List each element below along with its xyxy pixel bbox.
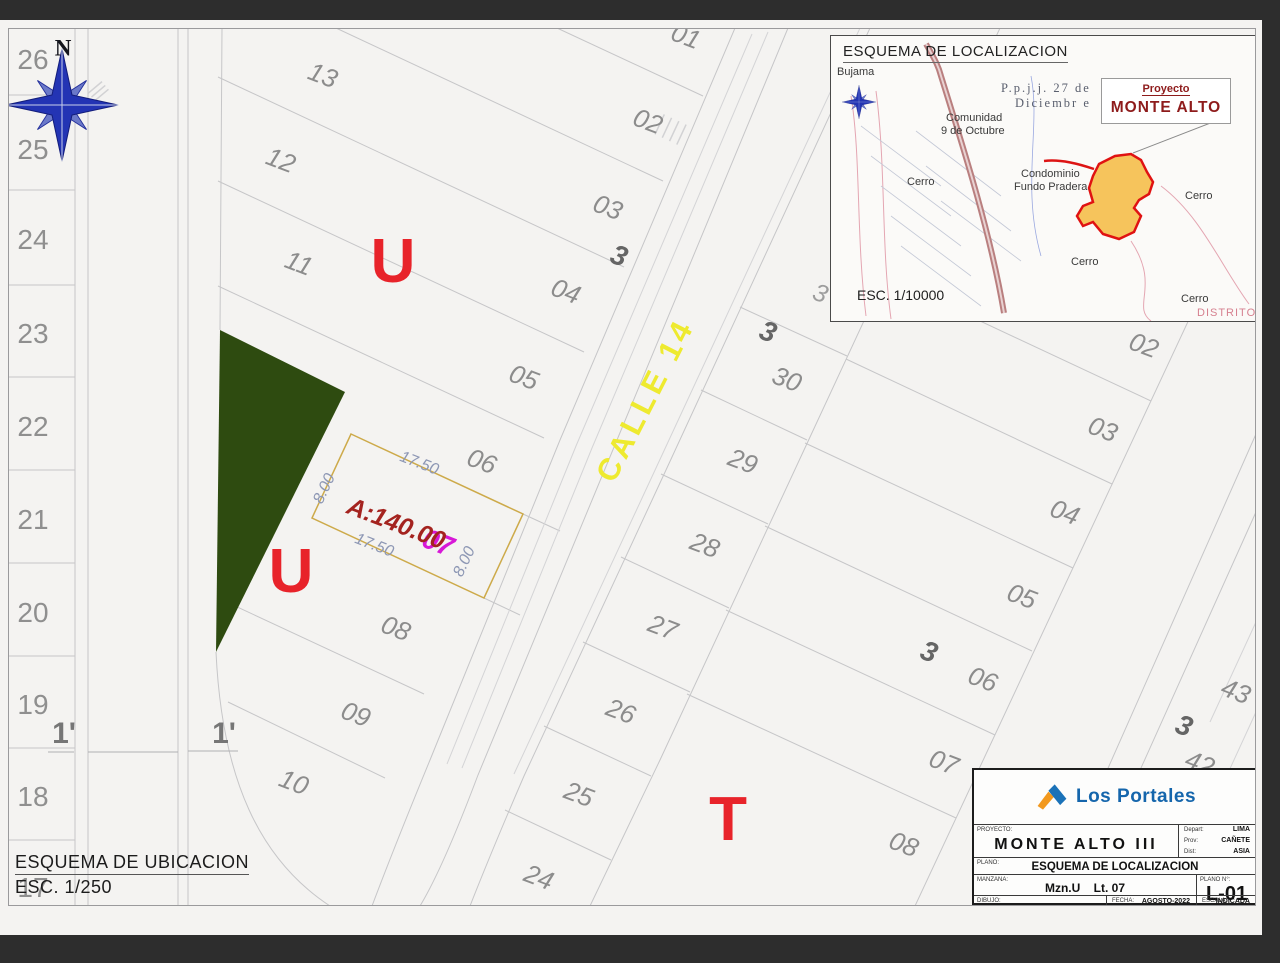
lot-23-left: 23 xyxy=(17,320,48,348)
block-u-letter-2: U xyxy=(269,541,314,603)
escala-value: INDICADA xyxy=(1216,898,1250,905)
plano-value: ESQUEMA DE LOCALIZACION xyxy=(974,861,1256,873)
plano-label: PLANO: xyxy=(977,860,999,866)
inset-label: ESC. 1/10000 xyxy=(857,288,944,303)
brand-row: Los Portales xyxy=(974,770,1256,824)
inset-label: P.p.j.j. 27 de xyxy=(1001,82,1091,96)
lot-19-left: 19 xyxy=(17,691,48,719)
inset-label: Fundo Pradera xyxy=(1014,181,1087,193)
brand-name: Los Portales xyxy=(1076,786,1196,808)
inset-highway xyxy=(926,44,1004,313)
fecha-cell: FECHA: AGOSTO-2022 xyxy=(1107,895,1197,906)
dist-label: Dist: xyxy=(1184,849,1196,855)
project-callout-name: MONTE ALTO xyxy=(1102,99,1230,117)
lot-20-left: 20 xyxy=(17,599,48,627)
lot-25-left: 25 xyxy=(17,136,48,164)
dibujo-cell: DIBUJO: xyxy=(974,895,1107,906)
location-cell: Depart: LIMA Prov: CAÑETE Dist: ASIA xyxy=(1179,824,1256,857)
prov-value: CAÑETE xyxy=(1221,837,1250,844)
inset-label: 9 de Octubre xyxy=(941,125,1005,137)
screenshot-root: { "footer": { "title": "ESQUEMA DE UBICA… xyxy=(0,0,1280,963)
escala-cell: ESCALA: INDICADA xyxy=(1197,895,1256,906)
proyecto-value: MONTE ALTO III xyxy=(974,836,1178,854)
inset-label: Comunidad xyxy=(946,112,1002,124)
fecha-label: FECHA: xyxy=(1112,898,1134,904)
inset-compass-rose xyxy=(842,85,876,119)
depart-label: Depart: xyxy=(1184,827,1204,833)
dibujo-label: DIBUJO: xyxy=(977,898,1001,904)
lot-21-left: 21 xyxy=(17,506,48,534)
ubicacion-title: ESQUEMA DE UBICACION xyxy=(15,852,249,875)
manzana-label: MANZANA: xyxy=(977,877,1008,883)
fecha-value: AGOSTO-2022 xyxy=(1142,898,1190,905)
manzana-value: Mzn.U Lt. 07 xyxy=(974,881,1196,895)
plano-number-label: PLANO N°: xyxy=(1200,877,1230,883)
ubicacion-scale: ESC. 1/250 xyxy=(15,877,112,898)
dist-value: ASIA xyxy=(1233,848,1250,855)
inset-label: Bujama xyxy=(837,66,874,78)
location-inset: ESQUEMA DE LOCALIZACION Bujama P.p.j.j. 2… xyxy=(830,35,1256,322)
section-marker: 1' xyxy=(212,719,236,749)
lot-24-left: 24 xyxy=(17,226,48,254)
project-leader-line xyxy=(1133,122,1213,153)
inset-label: Cerro xyxy=(1185,190,1213,202)
section-marker: 1' xyxy=(52,719,76,749)
lot-18-left: 18 xyxy=(17,783,48,811)
map-clip: 26252423222120191817NUUT1312110102030405… xyxy=(8,28,1256,906)
inset-label: DISTRITO D xyxy=(1197,307,1256,319)
inset-label: Cerro xyxy=(1071,256,1099,268)
inset-label: Cerro xyxy=(907,176,935,188)
inset-label: Cerro xyxy=(1181,293,1209,305)
proyecto-label: PROYECTO: xyxy=(977,827,1012,833)
plano-cell: PLANO: ESQUEMA DE LOCALIZACION xyxy=(974,857,1256,874)
inset-title: ESQUEMA DE LOCALIZACION xyxy=(843,43,1068,63)
prov-label: Prov: xyxy=(1184,838,1198,844)
project-callout-box: Proyecto MONTE ALTO xyxy=(1101,78,1231,124)
block-t-letter: T xyxy=(709,789,747,851)
north-label: N xyxy=(55,37,72,60)
los-portales-logo-icon xyxy=(1034,782,1070,812)
depart-value: LIMA xyxy=(1233,826,1250,833)
project-callout-label: Proyecto xyxy=(1142,83,1189,96)
lot-26-left: 26 xyxy=(17,46,48,74)
inset-label: Condominio xyxy=(1021,168,1080,180)
block-u-letter: U xyxy=(371,231,416,293)
proyecto-cell: PROYECTO: MONTE ALTO III xyxy=(974,824,1179,857)
manzana-cell: MANZANA: Mzn.U Lt. 07 xyxy=(974,874,1197,895)
inset-label: Diciembr e xyxy=(1015,97,1091,111)
lot-22-left: 22 xyxy=(17,413,48,441)
title-block: Los Portales PROYECTO: MONTE ALTO III De… xyxy=(972,768,1256,905)
